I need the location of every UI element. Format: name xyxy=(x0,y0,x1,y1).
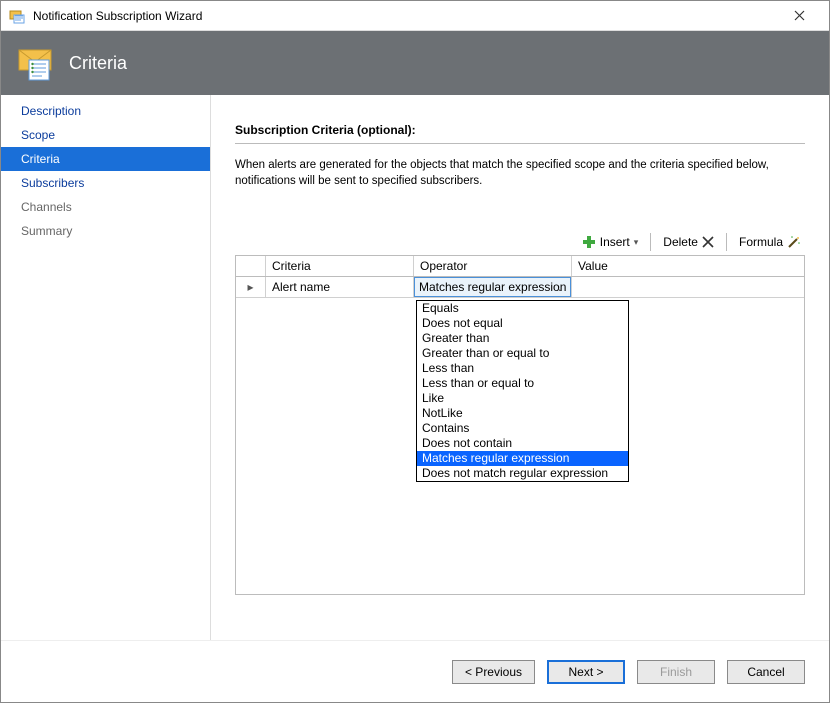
delete-label: Delete xyxy=(663,235,698,249)
window-title: Notification Subscription Wizard xyxy=(33,9,777,23)
chevron-down-icon: ⌄ xyxy=(552,280,568,296)
operator-value: Matches regular expression xyxy=(419,280,566,294)
formula-label: Formula xyxy=(739,235,783,249)
value-cell[interactable] xyxy=(572,277,804,297)
grid-toolbar: Insert ▾ Delete Formula xyxy=(235,233,805,251)
toolbar-separator xyxy=(650,233,651,251)
operator-option[interactable]: Does not contain xyxy=(417,436,628,451)
operator-option[interactable]: Greater than xyxy=(417,331,628,346)
next-label: Next > xyxy=(568,665,603,679)
operator-option[interactable]: NotLike xyxy=(417,406,628,421)
row-selector-header xyxy=(236,256,266,276)
x-icon xyxy=(702,236,714,248)
row-pointer-icon[interactable]: ▸ xyxy=(236,277,266,297)
operator-option[interactable]: Less than xyxy=(417,361,628,376)
sidebar-item-criteria[interactable]: Criteria xyxy=(1,147,210,171)
operator-combobox[interactable]: Matches regular expression ⌄ xyxy=(414,277,571,297)
value-column-header[interactable]: Value xyxy=(572,256,804,276)
finish-label: Finish xyxy=(660,665,692,679)
cancel-label: Cancel xyxy=(747,665,784,679)
grid-header-row: Criteria Operator Value xyxy=(236,256,804,277)
sidebar-item-subscribers[interactable]: Subscribers xyxy=(1,171,210,195)
operator-option[interactable]: Matches regular expression xyxy=(417,451,628,466)
chevron-down-icon: ▾ xyxy=(634,237,639,248)
titlebar: Notification Subscription Wizard xyxy=(1,1,829,31)
operator-option[interactable]: Less than or equal to xyxy=(417,376,628,391)
wizard-body: DescriptionScopeCriteriaSubscribersChann… xyxy=(1,95,829,640)
app-icon xyxy=(9,8,25,24)
toolbar-separator xyxy=(726,233,727,251)
finish-button: Finish xyxy=(637,660,715,684)
criteria-column-header[interactable]: Criteria xyxy=(266,256,414,276)
operator-cell[interactable]: Matches regular expression ⌄ xyxy=(414,277,572,297)
previous-button[interactable]: < Previous xyxy=(452,660,535,684)
section-description: When alerts are generated for the object… xyxy=(235,158,805,189)
wizard-sidebar: DescriptionScopeCriteriaSubscribersChann… xyxy=(1,95,211,640)
wand-icon xyxy=(787,235,801,249)
close-button[interactable] xyxy=(777,2,821,30)
delete-button[interactable]: Delete xyxy=(659,233,718,251)
wizard-footer: < Previous Next > Finish Cancel xyxy=(1,640,829,702)
envelope-icon xyxy=(17,44,55,82)
wizard-header: Criteria xyxy=(1,31,829,95)
previous-label: < Previous xyxy=(465,665,522,679)
cancel-button[interactable]: Cancel xyxy=(727,660,805,684)
page-title: Criteria xyxy=(69,53,127,74)
operator-column-header[interactable]: Operator xyxy=(414,256,572,276)
criteria-cell[interactable]: Alert name xyxy=(266,277,414,297)
sidebar-item-channels[interactable]: Channels xyxy=(1,195,210,219)
sidebar-item-description[interactable]: Description xyxy=(1,99,210,123)
operator-option[interactable]: Equals xyxy=(417,301,628,316)
operator-option[interactable]: Like xyxy=(417,391,628,406)
sidebar-item-summary[interactable]: Summary xyxy=(1,219,210,243)
insert-button[interactable]: Insert ▾ xyxy=(578,233,643,251)
wizard-main: Subscription Criteria (optional): When a… xyxy=(211,95,829,640)
criteria-grid: Criteria Operator Value ▸ Alert name Mat… xyxy=(235,255,805,595)
formula-button[interactable]: Formula xyxy=(735,233,805,251)
wizard-window: Notification Subscription Wizard Criteri… xyxy=(0,0,830,703)
operator-option[interactable]: Does not match regular expression xyxy=(417,466,628,481)
sidebar-item-scope[interactable]: Scope xyxy=(1,123,210,147)
section-title: Subscription Criteria (optional): xyxy=(235,123,805,144)
insert-label: Insert xyxy=(600,235,630,249)
operator-option[interactable]: Does not equal xyxy=(417,316,628,331)
operator-option[interactable]: Contains xyxy=(417,421,628,436)
plus-icon xyxy=(582,235,596,249)
next-button[interactable]: Next > xyxy=(547,660,625,684)
operator-option[interactable]: Greater than or equal to xyxy=(417,346,628,361)
operator-dropdown[interactable]: EqualsDoes not equalGreater thanGreater … xyxy=(416,300,629,482)
criteria-row: ▸ Alert name Matches regular expression … xyxy=(236,277,804,298)
